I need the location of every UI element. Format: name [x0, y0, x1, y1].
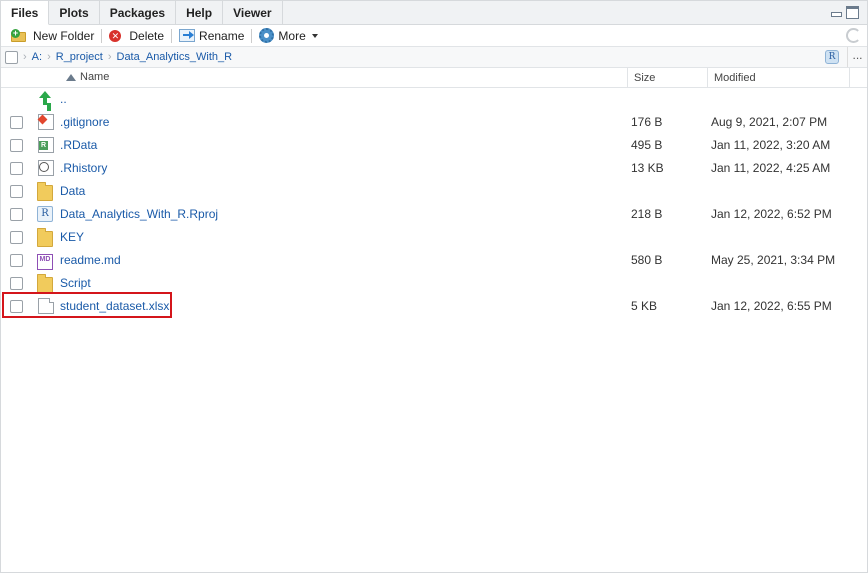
- column-header: Name Size Modified: [1, 68, 867, 88]
- file-name-link[interactable]: readme.md: [60, 253, 121, 267]
- file-size: 5 KB: [631, 299, 658, 313]
- size-column-header[interactable]: Size: [627, 68, 655, 88]
- list-item[interactable]: Script: [1, 272, 867, 295]
- breadcrumb-r-project[interactable]: R_project: [56, 51, 103, 63]
- files-pane: Files Plots Packages Help Viewer + New F…: [0, 0, 868, 573]
- toolbar-separator: [251, 28, 253, 43]
- list-item[interactable]: .RData 495 B Jan 11, 2022, 3:20 AM: [1, 134, 867, 157]
- go-to-project-icon[interactable]: R: [825, 50, 839, 64]
- row-checkbox[interactable]: [10, 185, 23, 198]
- parent-dir-icon: [37, 91, 53, 107]
- chevron-right-icon: ›: [23, 51, 27, 63]
- file-name-link[interactable]: .RData: [60, 138, 97, 152]
- file-size: 176 B: [631, 115, 663, 129]
- folder-icon: [37, 228, 53, 247]
- name-column-header[interactable]: Name: [66, 71, 109, 83]
- file-list: .. .gitignore 176 B Aug 9, 2021, 2:07 PM…: [1, 88, 867, 318]
- list-item[interactable]: .Rhistory 13 KB Jan 11, 2022, 4:25 AM: [1, 157, 867, 180]
- minimize-icon[interactable]: [830, 6, 843, 19]
- list-item[interactable]: MD readme.md 580 B May 25, 2021, 3:34 PM: [1, 249, 867, 272]
- file-modified: Jan 12, 2022, 6:52 PM: [711, 207, 832, 221]
- tab-bar: Files Plots Packages Help Viewer: [1, 1, 867, 25]
- breadcrumb-drive[interactable]: A:: [32, 51, 42, 63]
- more-label: More: [278, 28, 306, 43]
- file-size: 495 B: [631, 138, 663, 152]
- tab-plots[interactable]: Plots: [49, 1, 100, 24]
- new-folder-label: New Folder: [33, 28, 95, 43]
- chevron-down-icon: [311, 33, 318, 38]
- row-checkbox[interactable]: [10, 208, 23, 221]
- refresh-icon[interactable]: [846, 28, 861, 43]
- rproj-file-icon: R: [37, 206, 53, 222]
- file-size: 13 KB: [631, 161, 664, 175]
- tab-help[interactable]: Help: [176, 1, 224, 24]
- file-modified: Aug 9, 2021, 2:07 PM: [711, 115, 828, 129]
- file-modified: May 25, 2021, 3:34 PM: [711, 253, 836, 267]
- file-name-link[interactable]: .Rhistory: [60, 161, 107, 175]
- folder-icon: [37, 182, 53, 201]
- window-controls: [830, 6, 859, 19]
- breadcrumb-current-folder[interactable]: Data_Analytics_With_R: [117, 51, 233, 63]
- file-name-link[interactable]: ..: [60, 92, 67, 106]
- name-column-label: Name: [80, 71, 110, 83]
- modified-column-header[interactable]: Modified: [707, 68, 756, 88]
- delete-button[interactable]: ✕ Delete: [105, 26, 168, 46]
- file-modified: Jan 11, 2022, 4:25 AM: [711, 161, 831, 175]
- new-folder-icon: +: [11, 28, 29, 43]
- toolbar-separator: [171, 28, 173, 43]
- row-checkbox[interactable]: [10, 300, 23, 313]
- folder-name-link[interactable]: Script: [60, 276, 91, 290]
- row-checkbox[interactable]: [10, 254, 23, 267]
- folder-icon: [37, 274, 53, 293]
- tab-files[interactable]: Files: [1, 1, 50, 25]
- file-modified: Jan 12, 2022, 6:55 PM: [711, 299, 832, 313]
- chevron-right-icon: ›: [47, 51, 51, 63]
- chevron-right-icon: ›: [107, 51, 112, 63]
- file-size: 218 B: [631, 207, 663, 221]
- git-file-icon: [38, 114, 54, 130]
- select-all-checkbox[interactable]: [5, 50, 18, 64]
- folder-name-link[interactable]: KEY: [60, 230, 84, 244]
- list-item[interactable]: ..: [1, 88, 867, 111]
- more-button[interactable]: More: [255, 26, 321, 46]
- list-item[interactable]: KEY: [1, 226, 867, 249]
- folder-name-link[interactable]: Data: [60, 184, 85, 198]
- rename-icon: [179, 29, 196, 42]
- file-name-link[interactable]: student_dataset.xlsx: [60, 299, 169, 313]
- row-checkbox[interactable]: [10, 277, 23, 290]
- breadcrumb: › A: › R_project › Data_Analytics_With_R…: [1, 47, 867, 68]
- list-item[interactable]: R Data_Analytics_With_R.Rproj 218 B Jan …: [1, 203, 867, 226]
- rename-label: Rename: [199, 28, 245, 43]
- toolbar-separator: [101, 28, 103, 43]
- tab-packages[interactable]: Packages: [100, 1, 177, 24]
- list-item[interactable]: student_dataset.xlsx 5 KB Jan 12, 2022, …: [1, 295, 867, 318]
- row-checkbox[interactable]: [10, 231, 23, 244]
- file-size: 580 B: [631, 253, 663, 267]
- tab-viewer[interactable]: Viewer: [223, 1, 283, 24]
- go-to-directory-button[interactable]: ...: [847, 47, 867, 67]
- files-toolbar: + New Folder ✕ Delete Rename More: [1, 25, 867, 47]
- list-item[interactable]: .gitignore 176 B Aug 9, 2021, 2:07 PM: [1, 111, 867, 134]
- delete-label: Delete: [129, 28, 165, 43]
- row-checkbox[interactable]: [10, 116, 23, 129]
- file-modified: Jan 11, 2022, 3:20 AM: [711, 138, 831, 152]
- markdown-file-icon: MD: [37, 254, 53, 270]
- breadcrumb-actions: R ...: [825, 47, 867, 67]
- file-name-link[interactable]: .gitignore: [60, 115, 109, 129]
- list-item[interactable]: Data: [1, 180, 867, 203]
- rdata-file-icon: [38, 137, 54, 153]
- delete-icon: ✕: [109, 29, 122, 42]
- rename-button[interactable]: Rename: [175, 26, 248, 46]
- row-checkbox[interactable]: [10, 139, 23, 152]
- new-folder-button[interactable]: + New Folder: [7, 26, 98, 46]
- gear-icon: [259, 28, 275, 43]
- column-divider: [849, 68, 850, 88]
- history-file-icon: [38, 160, 54, 176]
- file-name-link[interactable]: Data_Analytics_With_R.Rproj: [60, 207, 218, 221]
- maximize-icon[interactable]: [846, 6, 859, 19]
- file-icon: [38, 298, 54, 314]
- row-checkbox[interactable]: [10, 162, 23, 175]
- sort-ascending-icon: [66, 73, 76, 81]
